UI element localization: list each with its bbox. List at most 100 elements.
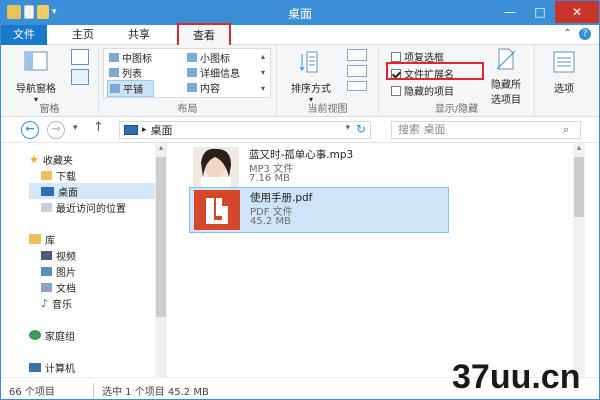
details-pane-icon[interactable]	[71, 69, 89, 85]
homegroup-icon	[29, 330, 41, 340]
current-view-group-label: 当前视图	[307, 104, 348, 115]
library-icon	[29, 234, 41, 244]
sort-by-label: 排序方式	[291, 84, 331, 95]
current-view-group: 排序方式 ▾ 当前视图	[277, 45, 379, 117]
music-icon: ♪	[41, 296, 49, 310]
documents-label: 文档	[56, 283, 76, 295]
selection-info: 选中 1 个项目 45.2 MB	[93, 383, 209, 398]
forward-button[interactable]: →	[47, 121, 65, 139]
pictures-label: 图片	[56, 267, 76, 279]
preview-pane-icon[interactable]	[71, 49, 89, 65]
options-button[interactable]: 选项	[541, 49, 587, 95]
sidebar-item-videos[interactable]: 视频	[41, 247, 76, 263]
ribbon-help: ⌃ ?	[563, 28, 591, 40]
layout-content[interactable]: 内容	[187, 80, 220, 95]
layout-list[interactable]: 列表	[109, 65, 142, 80]
help-icon[interactable]: ?	[579, 28, 591, 40]
hidden-items-checkbox[interactable]	[391, 85, 401, 96]
file-item-pdf[interactable]: 使用手册.pdf PDF 文件 45.2 MB	[189, 187, 449, 233]
layout-medium-icons[interactable]: 中图标	[109, 50, 152, 65]
file-item-mp3[interactable]: 蓝又时-孤单心事.mp3 MP3 文件 7.16 MB	[189, 145, 449, 191]
content-scrollbar-thumb[interactable]	[574, 157, 584, 217]
computer-icon	[29, 362, 41, 372]
item-checkboxes-checkbox[interactable]	[391, 51, 401, 62]
album-art-thumbnail	[193, 147, 239, 187]
show-hide-group: 项复选框 文件扩展名 隐藏的项目 隐藏所 选项目 显示/隐藏	[379, 45, 535, 117]
scroll-up-icon[interactable]: ▴	[573, 143, 585, 152]
sidebar-item-documents[interactable]: 文档	[41, 279, 76, 295]
recent-places-icon	[41, 202, 52, 212]
address-path: 桌面	[150, 124, 173, 137]
highlight-box	[386, 62, 484, 80]
scroll-up-icon[interactable]: ▴	[155, 143, 167, 152]
pane-group: 导航窗格 ▾ 窗格	[1, 45, 99, 117]
desktop-label: 桌面	[58, 187, 78, 199]
add-columns-icon[interactable]	[347, 65, 367, 77]
file-size: 7.16 MB	[249, 173, 290, 184]
breadcrumb-separator-icon[interactable]: ▸	[142, 125, 147, 135]
sidebar-item-desktop[interactable]: 桌面	[29, 183, 167, 199]
layout-small-icons[interactable]: 小图标	[187, 50, 230, 65]
tab-share[interactable]: 共享	[119, 25, 159, 45]
options-label: 选项	[554, 84, 574, 95]
nav-scrollbar-thumb[interactable]	[156, 157, 166, 317]
star-icon: ★	[29, 152, 39, 166]
tiles-label: 平铺	[123, 85, 143, 96]
layout-group-label: 布局	[177, 104, 198, 115]
maximize-button[interactable]: □	[525, 1, 555, 23]
title-bar: ▾ 桌面 — □ ✕	[1, 1, 599, 25]
hidden-items-option[interactable]: 隐藏的项目	[391, 83, 454, 98]
chevron-up-icon[interactable]: ⌃	[563, 28, 571, 39]
refresh-icon[interactable]: ↻	[356, 122, 366, 136]
gallery-scroll[interactable]: ▴ ▾ ▾	[261, 49, 265, 97]
details-icon	[187, 68, 197, 77]
sidebar-item-downloads[interactable]: 下载	[41, 167, 76, 183]
layout-tiles[interactable]: 平铺	[107, 80, 154, 97]
minimize-button[interactable]: —	[495, 1, 525, 23]
music-label: 音乐	[52, 299, 73, 311]
nav-pane-icon	[24, 51, 48, 71]
content-scrollbar[interactable]: ▴	[573, 143, 585, 377]
ribbon: 导航窗格 ▾ 窗格 中图标 小图标 列表 详细信息 平铺 内容 ▴▾▾ 布局	[1, 45, 599, 117]
search-icon[interactable]: ⌕	[563, 123, 569, 137]
desktop-icon	[124, 125, 138, 135]
back-button[interactable]: ←	[21, 121, 39, 139]
recent-locations-chevron-icon[interactable]: ▾	[73, 123, 78, 133]
sidebar-item-recent[interactable]: 最近访问的位置	[41, 199, 126, 215]
tab-home[interactable]: 主页	[63, 25, 103, 45]
sort-by-button[interactable]: 排序方式 ▾	[283, 49, 339, 104]
small-icons-label: 小图标	[200, 54, 230, 65]
list-label: 列表	[122, 69, 142, 80]
sidebar-item-favorites[interactable]: ★ 收藏夹	[29, 151, 73, 167]
video-icon	[41, 250, 52, 260]
computer-label: 计算机	[45, 363, 75, 375]
libraries-label: 库	[45, 235, 55, 247]
hide-selected-button[interactable]: 隐藏所 选项目	[483, 47, 529, 106]
content-icon	[187, 83, 197, 92]
close-button[interactable]: ✕	[555, 1, 599, 23]
sidebar-item-music[interactable]: ♪ 音乐	[41, 295, 72, 311]
hide-selected-label-1: 隐藏所	[491, 80, 521, 91]
search-input[interactable]: 搜索 桌面	[391, 121, 581, 139]
pdf-icon	[194, 190, 240, 230]
group-by-icon[interactable]	[347, 49, 367, 61]
address-field[interactable]: ▸ 桌面 ▾ ↻	[119, 121, 371, 139]
size-columns-icon[interactable]	[347, 81, 367, 91]
sidebar-item-pictures[interactable]: 图片	[41, 263, 76, 279]
nav-pane-button[interactable]: 导航窗格 ▾	[7, 49, 65, 104]
chevron-down-icon[interactable]: ▾	[345, 123, 350, 133]
medium-icons-icon	[109, 53, 119, 62]
sidebar-item-libraries[interactable]: 库	[29, 231, 55, 247]
details-label: 详细信息	[200, 69, 240, 80]
nav-scrollbar[interactable]: ▴	[155, 143, 167, 377]
layout-group: 中图标 小图标 列表 详细信息 平铺 内容 ▴ ▾ ▾ 布局	[99, 45, 277, 117]
sidebar-item-computer[interactable]: 计算机	[29, 359, 75, 375]
content-label: 内容	[200, 84, 220, 95]
tiles-icon	[110, 84, 120, 93]
tab-view[interactable]: 查看	[177, 23, 231, 47]
documents-icon	[41, 282, 52, 292]
up-arrow-icon[interactable]: ↑	[93, 120, 104, 135]
explorer-window: ▾ 桌面 — □ ✕ 文件 主页 共享 查看 ⌃ ? 导航窗格 ▾ 窗格 中图标…	[0, 0, 600, 400]
layout-details[interactable]: 详细信息	[187, 65, 240, 80]
sidebar-item-homegroup[interactable]: 家庭组	[29, 327, 75, 343]
